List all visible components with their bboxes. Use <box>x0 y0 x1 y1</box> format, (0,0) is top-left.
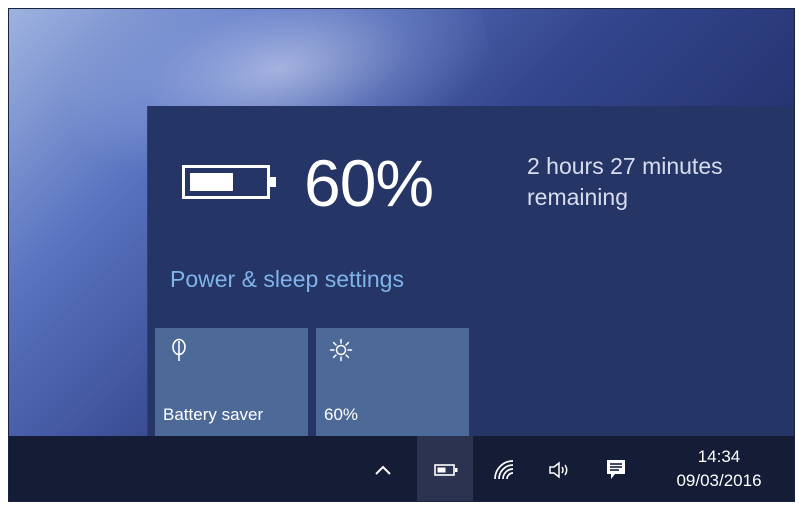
clock-time: 14:34 <box>697 447 741 466</box>
chevron-up-icon[interactable] <box>371 458 395 482</box>
clock-date: 09/03/2016 <box>676 471 762 490</box>
brightness-label: 60% <box>324 405 359 424</box>
leaf-icon <box>172 338 186 361</box>
battery-icon[interactable] <box>433 458 459 482</box>
battery-large-icon <box>182 165 276 199</box>
power-sleep-settings-link[interactable]: Power & sleep settings <box>170 266 404 293</box>
battery-percent: 60% <box>304 146 434 220</box>
taskbar: 14:34 09/03/2016 <box>9 436 794 501</box>
battery-flyout: 60% 2 hours 27 minutes remaining Power &… <box>147 106 794 436</box>
clock[interactable]: 14:34 09/03/2016 <box>659 445 779 493</box>
wifi-icon[interactable] <box>491 458 517 482</box>
battery-saver-label: Battery saver <box>163 405 264 424</box>
action-center-icon[interactable] <box>604 458 628 482</box>
battery-level-fill <box>190 173 234 191</box>
brightness-icon <box>329 338 353 362</box>
brightness-tile[interactable]: 60% <box>316 328 469 436</box>
battery-terminal <box>270 177 276 187</box>
time-remaining: 2 hours 27 minutes remaining <box>527 153 723 210</box>
battery-saver-tile[interactable]: Battery saver <box>155 328 308 436</box>
screen: 60% 2 hours 27 minutes remaining Power &… <box>8 8 795 502</box>
volume-icon[interactable] <box>547 458 573 482</box>
